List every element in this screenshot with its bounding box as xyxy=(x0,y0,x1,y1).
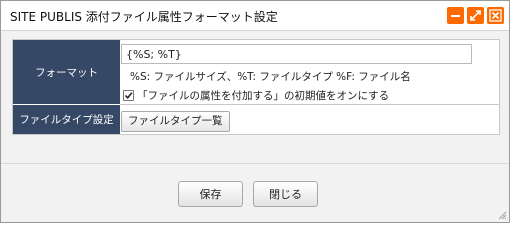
attribute-format-dialog: SITE PUBLIS 添付ファイル属性フォーマット設定 フォーマット ファイル… xyxy=(0,0,510,223)
maximize-button[interactable] xyxy=(467,7,484,24)
row-divider xyxy=(120,104,499,105)
close-window-button[interactable] xyxy=(487,7,504,24)
filetype-label: ファイルタイプ設定 xyxy=(13,105,120,134)
save-button[interactable]: 保存 xyxy=(178,181,243,207)
footer-divider xyxy=(1,163,509,164)
checkmark-icon xyxy=(124,92,133,100)
resize-grip-icon[interactable] xyxy=(497,210,507,220)
minimize-button[interactable] xyxy=(447,7,464,24)
format-input[interactable] xyxy=(121,44,472,64)
format-label: フォーマット xyxy=(13,40,120,105)
format-hint: %S: ファイルサイズ、%T: ファイルタイプ %F: ファイル名 xyxy=(130,71,411,83)
attr-default-checkbox[interactable] xyxy=(123,90,134,101)
close-icon xyxy=(489,9,502,22)
close-button[interactable]: 閉じる xyxy=(253,181,318,207)
settings-form: フォーマット ファイルタイプ設定 %S: ファイルサイズ、%T: ファイルタイプ… xyxy=(12,39,500,135)
attr-default-checkbox-label[interactable]: 「ファイルの属性を付加する」の初期値をオンにする xyxy=(137,88,389,103)
maximize-icon xyxy=(470,10,481,21)
minimize-icon xyxy=(451,15,460,17)
dialog-title: SITE PUBLIS 添付ファイル属性フォーマット設定 xyxy=(10,10,278,24)
filetype-list-button[interactable]: ファイルタイプ一覧 xyxy=(121,111,230,132)
title-bar[interactable]: SITE PUBLIS 添付ファイル属性フォーマット設定 xyxy=(1,1,509,31)
